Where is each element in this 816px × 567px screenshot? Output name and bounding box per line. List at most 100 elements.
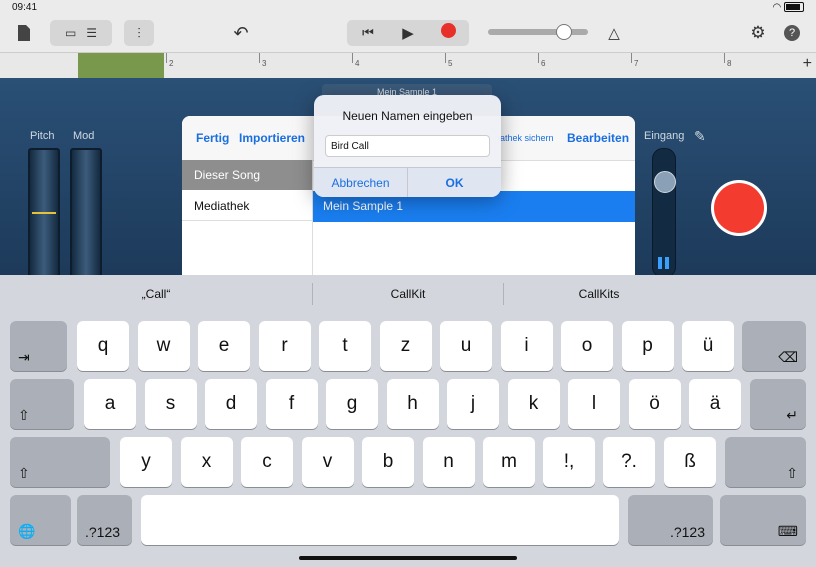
input-label: Eingang bbox=[644, 130, 685, 142]
shift-lock-icon: ⇧ bbox=[18, 407, 30, 423]
timeline-ruler[interactable]: 2 3 4 5 6 7 8 + bbox=[0, 52, 816, 80]
globe-key[interactable]: 🌐 bbox=[10, 495, 71, 545]
document-icon[interactable] bbox=[14, 20, 34, 46]
key-l[interactable]: l bbox=[568, 379, 620, 429]
key-o[interactable]: o bbox=[561, 321, 613, 371]
key-v[interactable]: v bbox=[301, 437, 354, 487]
mixer-icon[interactable]: ⫶ bbox=[124, 20, 154, 46]
shift-icon: ⇧ bbox=[786, 465, 798, 481]
key-t[interactable]: t bbox=[319, 321, 371, 371]
add-section-icon[interactable]: + bbox=[803, 55, 812, 73]
key-d[interactable]: d bbox=[205, 379, 257, 429]
suggestion-1[interactable]: „Call“ bbox=[0, 275, 312, 311]
input-settings-icon[interactable]: ✎ bbox=[694, 128, 706, 145]
suggestion-2[interactable]: CallKit bbox=[313, 275, 503, 311]
ruler-tick-line bbox=[352, 53, 353, 63]
ruler-tick-line bbox=[166, 53, 167, 63]
key-b[interactable]: b bbox=[362, 437, 414, 487]
tab-key[interactable]: ⇥ bbox=[10, 321, 67, 371]
key-sz[interactable]: ß bbox=[664, 437, 716, 487]
suggestion-3[interactable]: CallKits bbox=[504, 275, 694, 311]
delete-key[interactable]: ⌫ bbox=[742, 321, 806, 371]
key-question-period[interactable]: ?. bbox=[603, 437, 655, 487]
undo-icon[interactable]: ↶ bbox=[230, 20, 252, 46]
play-icon[interactable]: ▶ bbox=[388, 24, 428, 42]
key-i[interactable]: i bbox=[500, 321, 553, 371]
return-key[interactable]: ↵ bbox=[750, 379, 806, 429]
key-y[interactable]: y bbox=[120, 437, 172, 487]
key-z[interactable]: z bbox=[379, 321, 432, 371]
ok-button[interactable]: OK bbox=[408, 168, 501, 197]
key-j[interactable]: j bbox=[447, 379, 499, 429]
hide-keyboard-key[interactable]: ⌨ bbox=[720, 495, 806, 545]
numbers-key-right[interactable]: .?123 bbox=[628, 495, 713, 545]
ruler-tick-line bbox=[259, 53, 260, 63]
key-ö[interactable]: ö bbox=[628, 379, 681, 429]
record-icon[interactable] bbox=[428, 23, 468, 43]
key-a[interactable]: a bbox=[84, 379, 136, 429]
shift-key-right[interactable]: ⇧ bbox=[725, 437, 806, 487]
record-button[interactable] bbox=[711, 180, 767, 236]
panel-sidebar: Dieser Song Mediathek bbox=[182, 160, 313, 278]
shift-icon: ⇧ bbox=[18, 465, 30, 481]
settings-icon[interactable]: ⚙ bbox=[748, 20, 768, 46]
key-e[interactable]: e bbox=[198, 321, 250, 371]
pitch-wheel[interactable] bbox=[28, 148, 60, 282]
key-n[interactable]: n bbox=[422, 437, 475, 487]
key-w[interactable]: w bbox=[137, 321, 190, 371]
cycle-region[interactable] bbox=[78, 53, 164, 79]
key-f[interactable]: f bbox=[265, 379, 318, 429]
key-ä[interactable]: ä bbox=[689, 379, 741, 429]
numbers-label: .?123 bbox=[85, 524, 121, 540]
key-h[interactable]: h bbox=[386, 379, 439, 429]
ruler-tick-label: 5 bbox=[448, 59, 453, 68]
tracks-view-icon[interactable]: ▭ bbox=[65, 26, 76, 40]
key-g[interactable]: g bbox=[326, 379, 378, 429]
mod-label: Mod bbox=[73, 130, 95, 142]
key-x[interactable]: x bbox=[180, 437, 233, 487]
key-r[interactable]: r bbox=[258, 321, 311, 371]
ruler-tick-line bbox=[445, 53, 446, 63]
key-m[interactable]: m bbox=[483, 437, 535, 487]
volume-thumb[interactable] bbox=[556, 24, 572, 40]
ruler-tick-label: 2 bbox=[169, 59, 174, 68]
shift-key-left[interactable]: ⇧ bbox=[10, 437, 110, 487]
status-icons: ◠ bbox=[772, 2, 804, 13]
sidebar-item-this-song[interactable]: Dieser Song bbox=[182, 160, 312, 190]
status-time: 09:41 bbox=[12, 2, 38, 13]
sidebar-item-library[interactable]: Mediathek bbox=[182, 191, 312, 221]
metronome-icon[interactable]: △ bbox=[604, 20, 624, 46]
key-k[interactable]: k bbox=[507, 379, 560, 429]
name-input[interactable] bbox=[325, 135, 490, 157]
edit-button[interactable]: Bearbeiten bbox=[567, 131, 629, 145]
key-ü[interactable]: ü bbox=[682, 321, 734, 371]
numbers-key-left[interactable]: .?123 bbox=[77, 495, 132, 545]
volume-slider[interactable] bbox=[488, 24, 588, 40]
space-key[interactable] bbox=[141, 495, 619, 545]
key-s[interactable]: s bbox=[144, 379, 197, 429]
mod-wheel[interactable] bbox=[70, 148, 102, 282]
help-icon[interactable]: ? bbox=[783, 20, 801, 46]
done-button[interactable]: Fertig bbox=[196, 131, 229, 145]
shift-lock-key[interactable]: ⇧ bbox=[10, 379, 74, 429]
list-view-icon[interactable]: ☰ bbox=[86, 26, 97, 40]
suggestion-bar: „Call“ CallKit CallKits bbox=[0, 275, 816, 311]
cancel-button[interactable]: Abbrechen bbox=[314, 168, 408, 197]
key-u[interactable]: u bbox=[440, 321, 492, 371]
transport-controls: ⏮ ▶ bbox=[347, 20, 469, 46]
rename-dialog: Neuen Namen eingeben Abbrechen OK bbox=[314, 95, 501, 197]
rewind-icon[interactable]: ⏮ bbox=[348, 25, 388, 41]
dialog-buttons: Abbrechen OK bbox=[314, 167, 501, 197]
view-toggle[interactable]: ▭ ☰ bbox=[50, 20, 112, 46]
input-level-thumb[interactable] bbox=[654, 171, 676, 193]
save-to-library-button[interactable]: iathek sichern bbox=[498, 133, 554, 143]
import-button[interactable]: Importieren bbox=[239, 131, 305, 145]
key-exclam-comma[interactable]: !, bbox=[543, 437, 595, 487]
key-p[interactable]: p bbox=[621, 321, 674, 371]
key-c[interactable]: c bbox=[241, 437, 293, 487]
input-level-slider[interactable] bbox=[652, 148, 676, 278]
wifi-icon: ◠ bbox=[772, 2, 782, 13]
key-q[interactable]: q bbox=[77, 321, 129, 371]
return-icon: ↵ bbox=[786, 407, 798, 423]
keyboard-hide-icon: ⌨ bbox=[777, 523, 798, 539]
